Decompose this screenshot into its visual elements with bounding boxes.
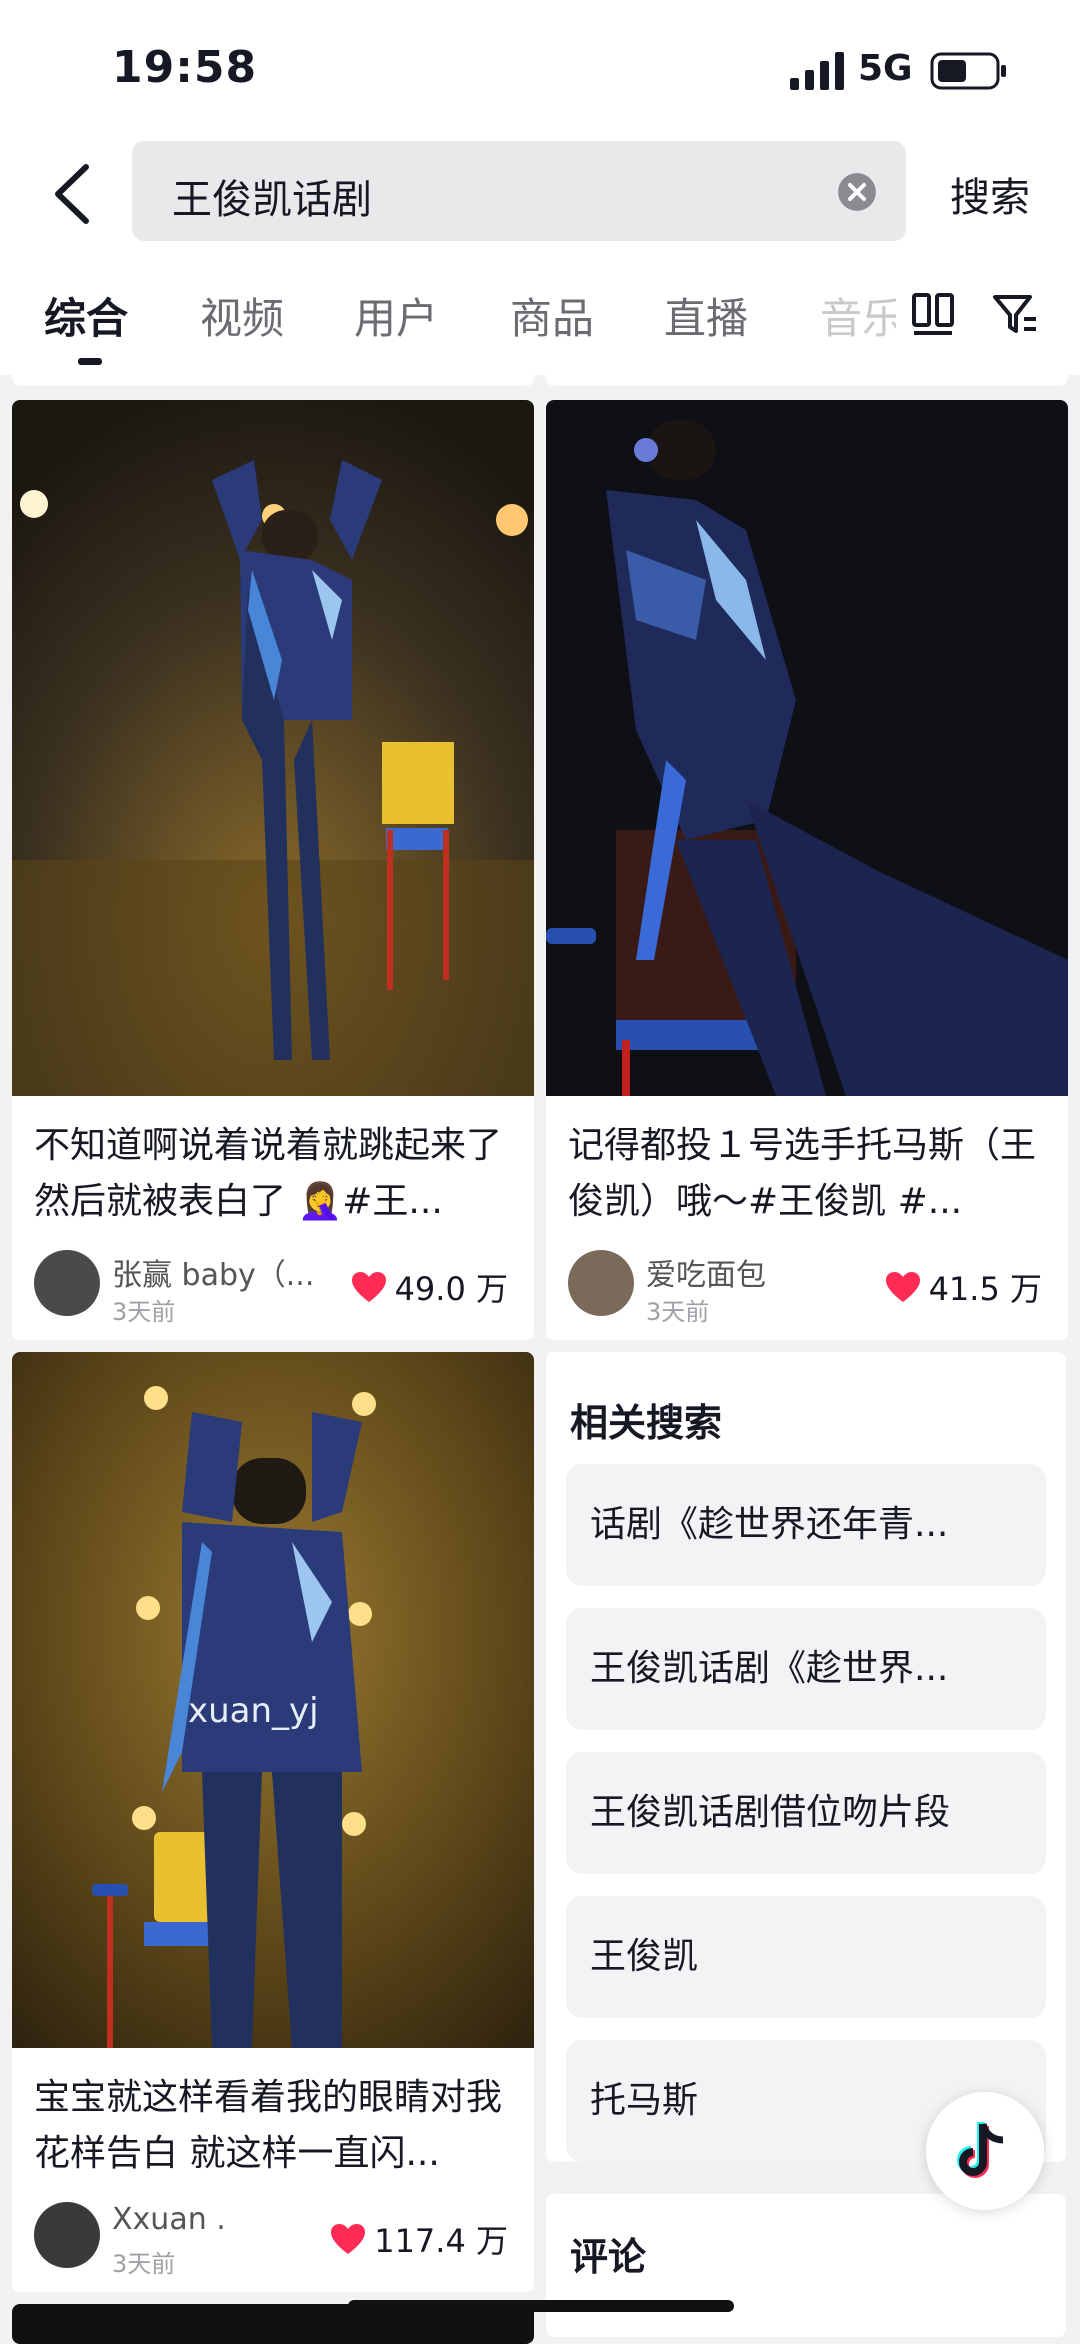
active-tab-indicator <box>78 358 102 365</box>
like-count[interactable]: 117.4 万 <box>330 2216 508 2262</box>
avatar[interactable] <box>34 1250 100 1316</box>
video-title: 记得都投１号选手托马斯（王俊凯）哦～#王俊凯 #... <box>568 1125 1037 1222</box>
back-arrow-icon[interactable] <box>44 159 104 229</box>
video-thumbnail <box>546 400 1068 1096</box>
like-count-value: 117.4 万 <box>374 2222 508 2260</box>
clock: 19:58 <box>112 42 258 93</box>
filter-tabs: 综合 视频 用户 商品 直播 音乐 <box>0 255 1080 375</box>
signal-icon <box>790 52 844 90</box>
heart-icon <box>331 2224 366 2254</box>
heart-icon <box>351 1272 386 1302</box>
comments-section: 评论 <box>546 2194 1066 2337</box>
video-title: 不知道啊说着说着就跳起来了然后就被表白了 🤦‍♀️#王... <box>34 1125 503 1222</box>
search-input[interactable]: 王俊凯话剧 <box>132 141 906 241</box>
related-search-item[interactable]: 王俊凯话剧借位吻片段 <box>566 1752 1046 1874</box>
related-searches: 相关搜索 话剧《趁世界还年青... 王俊凯话剧《趁世界... 王俊凯话剧借位吻片… <box>546 1352 1066 2162</box>
video-thumbnail: xuan_yj <box>12 1352 534 2048</box>
search-button[interactable]: 搜索 <box>950 165 1030 223</box>
heart-icon <box>885 1272 920 1302</box>
card-peek <box>546 366 1068 386</box>
tab-live[interactable]: 直播 <box>664 285 748 346</box>
home-indicator[interactable] <box>348 2300 734 2312</box>
douyin-logo-icon <box>957 2122 1004 2178</box>
network-type: 5G <box>858 48 913 89</box>
related-heading: 相关搜索 <box>570 1401 723 1445</box>
clear-icon[interactable] <box>838 173 876 211</box>
like-count[interactable]: 49.0 万 <box>351 1264 508 1310</box>
avatar[interactable] <box>568 1250 634 1316</box>
like-count[interactable]: 41.5 万 <box>885 1264 1042 1310</box>
search-header: 王俊凯话剧 搜索 <box>0 135 1080 255</box>
status-bar: 19:58 5G <box>0 0 1080 135</box>
video-card[interactable]: xuan_yj 宝宝就这样看着我的眼睛对我花样告白 就这样一直闪... Xxua… <box>12 1352 534 2292</box>
author-name[interactable]: Xxuan . <box>112 2202 226 2237</box>
author-name[interactable]: 张赢 baby（... <box>112 1250 314 1294</box>
tab-video[interactable]: 视频 <box>200 285 284 346</box>
video-thumbnail <box>12 400 534 1096</box>
avatar[interactable] <box>34 2202 100 2268</box>
tab-users[interactable]: 用户 <box>354 285 438 346</box>
video-title: 宝宝就这样看着我的眼睛对我花样告白 就这样一直闪... <box>34 2077 503 2174</box>
comments-heading: 评论 <box>570 2235 647 2279</box>
card-peek <box>12 366 534 386</box>
tab-products[interactable]: 商品 <box>510 285 594 346</box>
like-count-value: 49.0 万 <box>394 1270 508 1308</box>
related-search-item[interactable]: 王俊凯 <box>566 1896 1046 2018</box>
author-name[interactable]: 爱吃面包 <box>646 1250 766 1294</box>
watermark: xuan_yj <box>188 1691 319 1731</box>
filter-icon[interactable] <box>990 289 1040 339</box>
video-card[interactable]: 不知道啊说着说着就跳起来了然后就被表白了 🤦‍♀️#王... 张赢 baby（.… <box>12 400 534 1340</box>
battery-icon <box>930 52 1006 90</box>
video-card[interactable]: 记得都投１号选手托马斯（王俊凯）哦～#王俊凯 #... 爱吃面包 3天前 41.… <box>546 400 1068 1340</box>
post-time: 3天前 <box>646 1298 710 1326</box>
like-count-value: 41.5 万 <box>928 1270 1042 1308</box>
douyin-float-button[interactable] <box>926 2092 1044 2210</box>
post-time: 3天前 <box>112 1298 176 1326</box>
post-time: 3天前 <box>112 2250 176 2278</box>
search-query: 王俊凯话剧 <box>172 177 372 223</box>
related-search-item[interactable]: 王俊凯话剧《趁世界... <box>566 1608 1046 1730</box>
layout-toggle-icon[interactable] <box>908 289 958 339</box>
related-search-item[interactable]: 话剧《趁世界还年青... <box>566 1464 1046 1586</box>
tab-general[interactable]: 综合 <box>44 285 128 346</box>
tab-music[interactable]: 音乐 <box>820 285 896 346</box>
